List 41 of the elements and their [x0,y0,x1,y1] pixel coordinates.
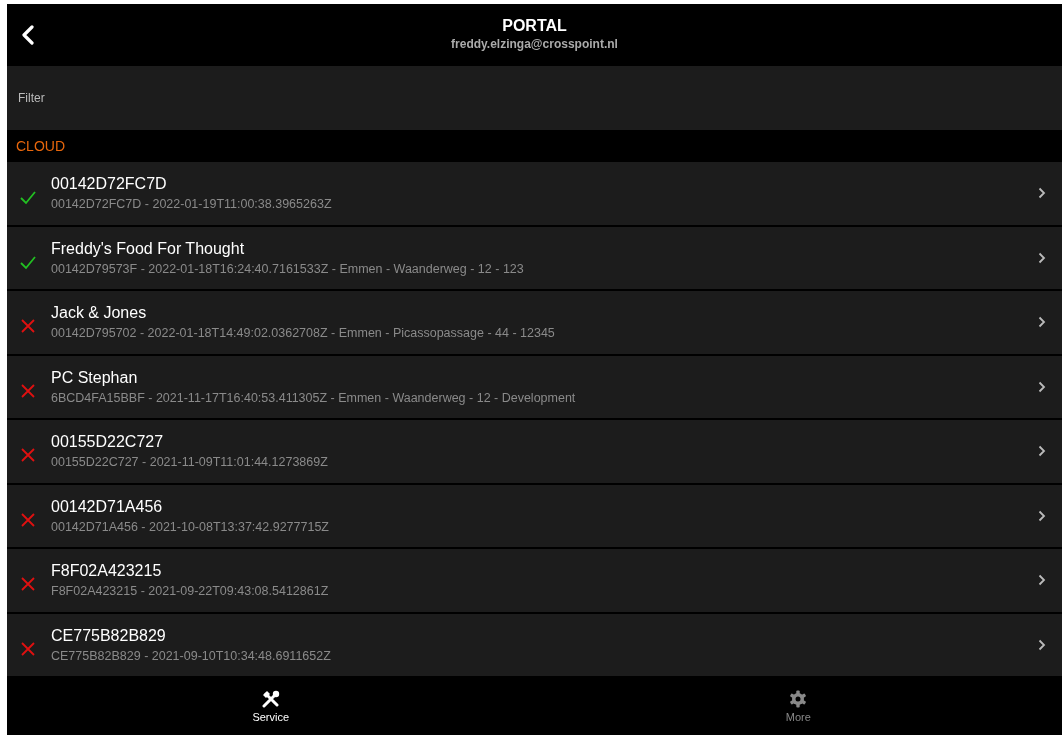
device-row[interactable]: 00142D72FC7D 00142D72FC7D - 2022-01-19T11:00:38.3965263Z [7,162,1062,225]
back-icon [21,25,35,45]
device-name: 00142D71A456 [51,497,164,516]
device-detail: F8F02A423215 - 2021-09-22T09:43:08.5412861Z [51,584,330,599]
chevron-icon [1038,445,1046,458]
tools-icon [260,690,281,708]
device-name: F8F02A423215 [51,562,163,581]
device-name: Jack & Jones [51,304,148,323]
device-detail: 6BCD4FA15BBF - 2021-11-17T16:40:53.411305Z - Emmen - Waanderweg - 12 - Development [51,390,577,405]
chevron-icon [1038,380,1046,393]
device-detail: CE775B82B829 - 2021-09-10T10:34:48.6911652Z [51,648,332,663]
device-row[interactable]: Freddy's Food For Thought 00142D79573F - 2022-01-18T16:24:40.7161533Z - Emmen - Waanderweg - 12 - 123 [7,226,1062,289]
account-email: freddy.elzinga@crosspoint.nl [451,37,618,51]
page-title: PORTAL [502,17,567,35]
device-name: PC Stephan [51,368,139,387]
device-name: 00155D22C727 [51,433,165,452]
device-name: Freddy's Food For Thought [51,239,246,258]
device-detail: 00142D71A456 - 2021-10-08T13:37:42.9277715Z [51,519,330,534]
device-row[interactable]: Jack & Jones 00142D795702 - 2022-01-18T14:49:02.0362708Z - Emmen - Picassopassage - 44 - 12345 [7,291,1062,354]
tab[interactable]: More [534,678,1062,735]
chevron-icon [1038,574,1046,587]
device-detail: 00155D22C727 - 2021-11-09T11:01:44.1273869Z [51,455,329,470]
device-row[interactable]: CE775B82B829 CE775B82B829 - 2021-09-10T10:34:48.6911652Z [7,613,1062,676]
chevron-icon [1038,509,1046,522]
device-name: 00142D72FC7D [51,175,168,194]
settings-icon [789,690,808,708]
chevron-icon [1038,187,1046,200]
tab[interactable]: Service [7,678,535,735]
device-name: CE775B82B829 [51,626,167,645]
device-detail: 00142D795702 - 2022-01-18T14:49:02.0362708Z - Emmen - Picassopassage - 44 - 12345 [51,326,556,341]
chevron-icon [1038,638,1046,651]
device-row[interactable]: 00142D71A456 00142D71A456 - 2021-10-08T13:37:42.9277715Z [7,484,1062,547]
section-title: CLOUD [16,138,65,154]
device-detail: 00142D79573F - 2022-01-18T16:24:40.7161533Z - Emmen - Waanderweg - 12 - 123 [51,261,525,276]
chevron-icon [1038,316,1046,329]
device-row[interactable]: 00155D22C727 00155D22C727 - 2021-11-09T11:01:44.1273869Z [7,420,1062,483]
filter-field[interactable]: Filter [16,90,320,106]
device-row[interactable]: PC Stephan 6BCD4FA15BBF - 2021-11-17T16:40:53.411305Z - Emmen - Waanderweg - 12 - Development [7,355,1062,418]
chevron-icon [1038,251,1046,264]
device-detail: 00142D72FC7D - 2022-01-19T11:00:38.3965263Z [51,197,333,212]
device-row[interactable]: F8F02A423215 F8F02A423215 - 2021-09-22T09:43:08.5412861Z [7,549,1062,612]
